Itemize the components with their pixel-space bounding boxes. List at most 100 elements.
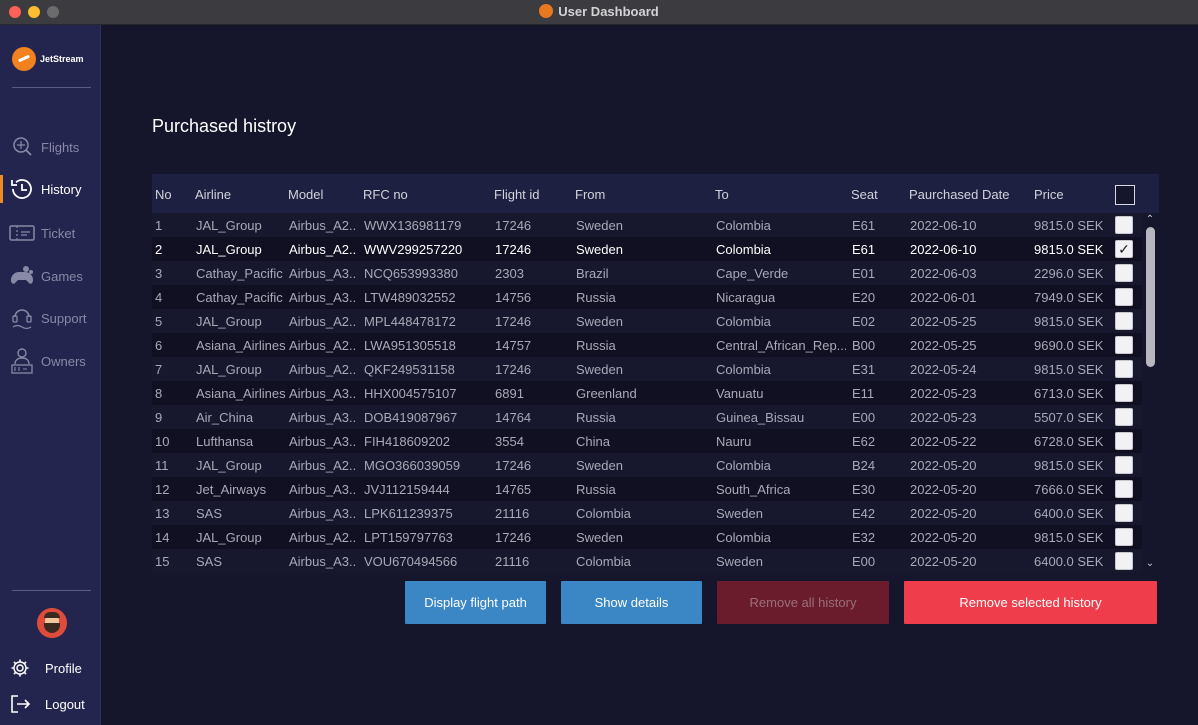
table-scrollbar[interactable]: ⌃ ⌄	[1142, 213, 1159, 573]
row-select-checkbox[interactable]	[1115, 216, 1133, 234]
cell-model: Airbus_A3...	[289, 386, 357, 401]
sidebar: JetStream Flights History Ticket Games S…	[0, 25, 101, 725]
row-select-checkbox[interactable]	[1115, 528, 1133, 546]
column-header-model[interactable]: Model	[288, 187, 323, 202]
cell-from: Russia	[576, 338, 616, 353]
cell-date: 2022-05-23	[910, 386, 977, 401]
cell-from: Russia	[576, 410, 616, 425]
row-select-checkbox[interactable]	[1115, 264, 1133, 282]
table-row[interactable]: 5 JAL_Group Airbus_A2... MPL448478172 17246 S…	[152, 309, 1142, 333]
cell-flight: 17246	[495, 530, 532, 545]
cell-from: Sweden	[576, 458, 623, 473]
cell-rfc: WWV299257220	[364, 242, 463, 257]
show-details-button[interactable]: Show details	[561, 581, 702, 624]
cell-model: Airbus_A3...	[289, 266, 357, 281]
column-header-no[interactable]: No	[155, 187, 172, 202]
cell-flight: 14757	[495, 338, 532, 353]
table-row[interactable]: 13 SAS Airbus_A3... LPK611239375 21116 Colomb…	[152, 501, 1142, 525]
cell-date: 2022-06-10	[910, 218, 977, 233]
logout-link[interactable]: Logout	[0, 690, 101, 718]
column-header-to[interactable]: To	[715, 187, 729, 202]
cell-no: 12	[155, 482, 170, 497]
row-select-checkbox[interactable]	[1115, 480, 1133, 498]
table-row[interactable]: 14 JAL_Group Airbus_A2... LPT159797763 17246…	[152, 525, 1142, 549]
sidebar-item-history[interactable]: History	[0, 174, 101, 204]
cell-flight: 14765	[495, 482, 532, 497]
row-select-checkbox[interactable]	[1115, 504, 1133, 522]
sidebar-item-games[interactable]: Games	[0, 261, 101, 291]
checkmark-icon: ✓	[1118, 240, 1130, 257]
column-header-price[interactable]: Price	[1034, 187, 1064, 202]
cell-model: Airbus_A2...	[289, 242, 357, 257]
remove-selected-history-button[interactable]: Remove selected history	[904, 581, 1157, 624]
row-select-checkbox[interactable]	[1115, 336, 1133, 354]
cell-airline: SAS	[196, 554, 223, 569]
avatar[interactable]	[37, 608, 67, 638]
cell-flight: 17246	[495, 458, 532, 473]
cell-airline: SAS	[196, 506, 223, 521]
cell-price: 9815.0 SEK	[1034, 218, 1104, 233]
column-header-seat[interactable]: Seat	[851, 187, 878, 202]
table-row[interactable]: 3 Cathay_Pacific Airbus_A3... NCQ653993380 2…	[152, 261, 1142, 285]
cell-airline: Cathay_Pacific	[196, 290, 283, 305]
cell-rfc: LWA951305518	[364, 338, 456, 353]
history-icon	[8, 176, 36, 202]
cell-seat: B00	[852, 338, 876, 353]
column-header-purchased-date[interactable]: Paurchased Date	[909, 187, 1009, 202]
flights-icon	[8, 134, 36, 160]
column-header-airline[interactable]: Airline	[195, 187, 231, 202]
row-select-checkbox[interactable]	[1115, 360, 1133, 378]
table-row[interactable]: 4 Cathay_Pacific Airbus_A3... LTW489032552 1…	[152, 285, 1142, 309]
column-header-rfc[interactable]: RFC no	[363, 187, 408, 202]
cell-price: 5507.0 SEK	[1034, 410, 1104, 425]
scrollbar-track[interactable]	[1146, 227, 1155, 559]
cell-no: 9	[155, 410, 163, 425]
table-row[interactable]: 15 SAS Airbus_A3... VOU670494566 21116 Colomb…	[152, 549, 1142, 573]
cell-price: 6713.0 SEK	[1034, 386, 1104, 401]
sidebar-item-support[interactable]: Support	[0, 303, 101, 333]
cell-price: 9815.0 SEK	[1034, 530, 1104, 545]
sidebar-item-ticket[interactable]: Ticket	[0, 218, 101, 248]
remove-all-history-button[interactable]: Remove all history	[717, 581, 889, 624]
table-row[interactable]: 8 Asiana_Airlines Airbus_A3... HHX004575107…	[152, 381, 1142, 405]
cell-date: 2022-05-24	[910, 362, 977, 377]
table-row[interactable]: 6 Asiana_Airlines Airbus_A2... LWA951305518…	[152, 333, 1142, 357]
table-row[interactable]: 1 JAL_Group Airbus_A2... WWX136981179 17246 S…	[152, 213, 1142, 237]
table-row[interactable]: 7 JAL_Group Airbus_A2... QKF249531158 17246 S…	[152, 357, 1142, 381]
page-title: Purchased histroy	[152, 116, 297, 136]
scroll-down-icon[interactable]: ⌄	[1145, 559, 1155, 569]
cell-to: Sweden	[716, 506, 763, 521]
cell-date: 2022-05-20	[910, 458, 977, 473]
table-row[interactable]: 2 JAL_Group Airbus_A2... WWV299257220 17246 S…	[152, 237, 1142, 261]
column-header-from[interactable]: From	[575, 187, 605, 202]
display-flight-path-button[interactable]: Display flight path	[405, 581, 546, 624]
column-header-flight-id[interactable]: Flight id	[494, 187, 540, 202]
table-row[interactable]: 10 Lufthansa Airbus_A3... FIH418609202 3554 C…	[152, 429, 1142, 453]
cell-date: 2022-06-03	[910, 266, 977, 281]
profile-link[interactable]: Profile	[0, 654, 101, 682]
row-select-checkbox[interactable]	[1115, 408, 1133, 426]
cell-date: 2022-06-01	[910, 290, 977, 305]
cell-airline: Asiana_Airlines	[196, 386, 286, 401]
row-select-checkbox[interactable]	[1115, 432, 1133, 450]
scroll-up-icon[interactable]: ⌃	[1145, 215, 1155, 225]
sidebar-item-owners[interactable]: Owners	[0, 346, 101, 376]
table-row[interactable]: 12 Jet_Airways Airbus_A3... JVJ112159444 147…	[152, 477, 1142, 501]
row-select-checkbox[interactable]	[1115, 288, 1133, 306]
row-select-checkbox[interactable]	[1115, 456, 1133, 474]
row-select-checkbox[interactable]: ✓	[1115, 240, 1133, 258]
cell-model: Airbus_A3...	[289, 506, 357, 521]
cell-seat: E20	[852, 290, 876, 305]
table-row[interactable]: 9 Air_China Airbus_A3... DOB419087967 14764 R…	[152, 405, 1142, 429]
select-all-checkbox[interactable]	[1115, 185, 1135, 205]
scrollbar-thumb[interactable]	[1146, 227, 1155, 367]
table-row[interactable]: 11 JAL_Group Airbus_A2... MGO366039059 17246…	[152, 453, 1142, 477]
cell-model: Airbus_A3...	[289, 434, 357, 449]
row-select-checkbox[interactable]	[1115, 384, 1133, 402]
profile-label: Profile	[45, 660, 82, 676]
cell-from: Russia	[576, 290, 616, 305]
row-select-checkbox[interactable]	[1115, 552, 1133, 570]
row-select-checkbox[interactable]	[1115, 312, 1133, 330]
cell-flight: 17246	[495, 218, 532, 233]
sidebar-item-flights[interactable]: Flights	[0, 132, 101, 162]
